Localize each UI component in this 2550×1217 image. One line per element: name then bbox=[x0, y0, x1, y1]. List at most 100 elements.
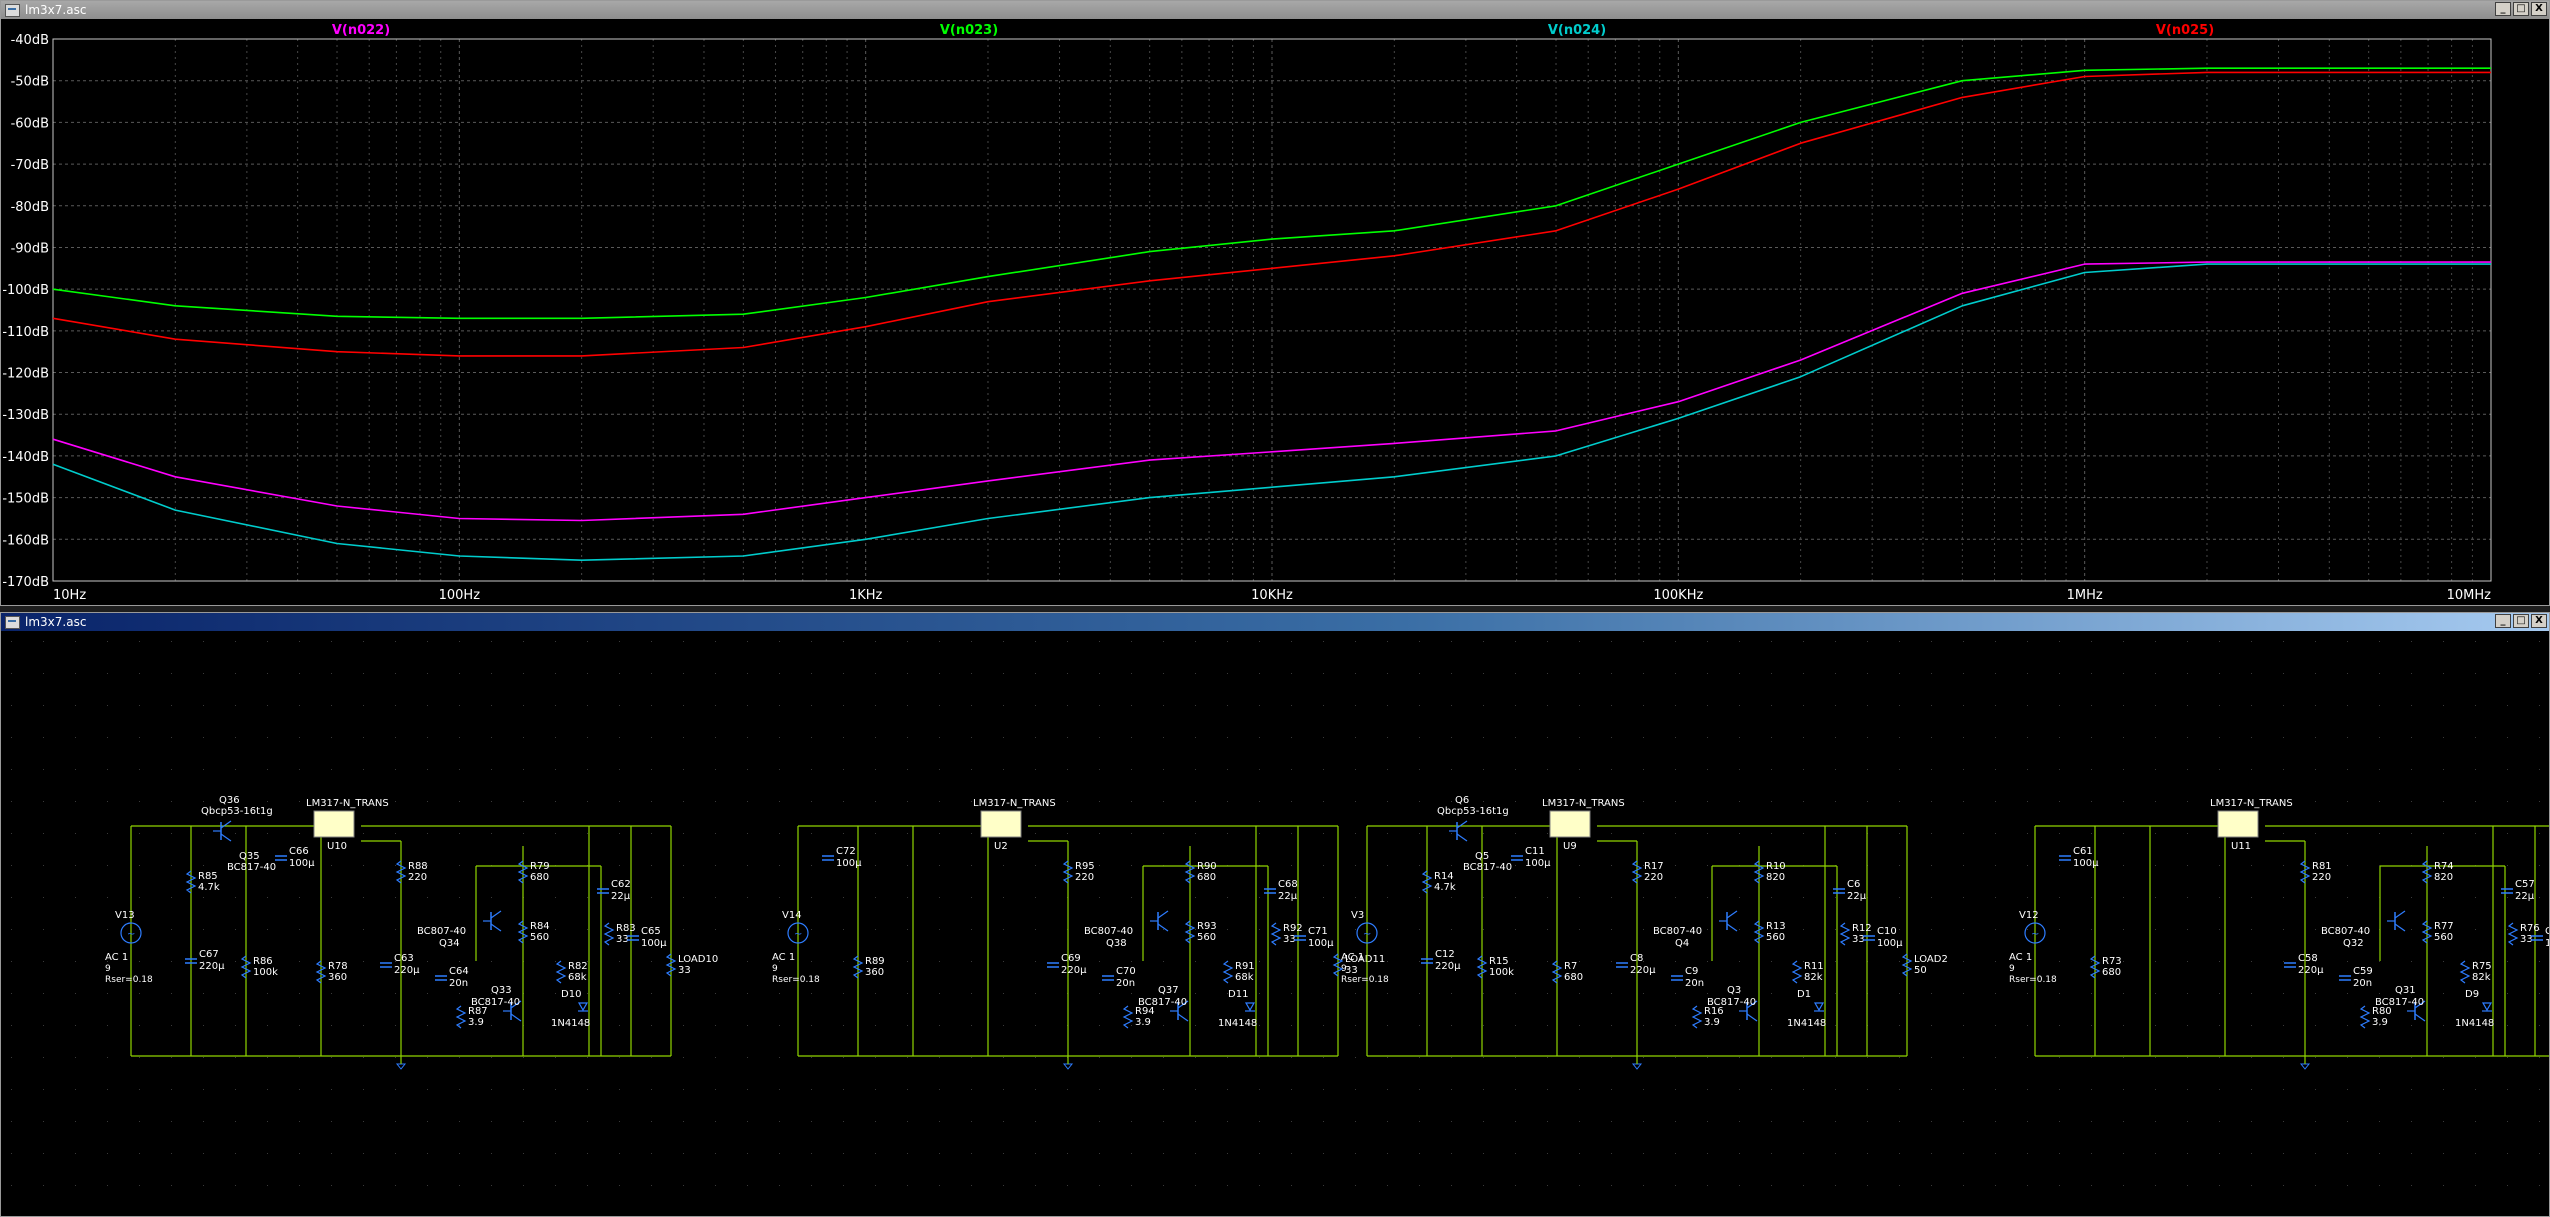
component-value: 20n bbox=[2353, 978, 2372, 989]
component-ref: R95 bbox=[1075, 861, 1095, 872]
grid-dot bbox=[331, 673, 332, 674]
close-button[interactable]: X bbox=[2531, 2, 2547, 16]
grid-dot bbox=[1515, 1121, 1516, 1122]
waveform-window[interactable]: lm3x7.asc _ □ X -40dB -50dB -60dB -70dB -80d… bbox=[0, 0, 2550, 606]
component-ref: C65 bbox=[641, 926, 661, 937]
grid-dot bbox=[235, 705, 236, 706]
grid-dot bbox=[2155, 1185, 2156, 1186]
grid-dot bbox=[2507, 833, 2508, 834]
waveform-title-bar[interactable]: lm3x7.asc _ □ X bbox=[1, 1, 2549, 19]
component-value: 22µ bbox=[1847, 891, 1867, 902]
grid-dot bbox=[1899, 705, 1900, 706]
grid-dot bbox=[1483, 929, 1484, 930]
component-ref: R84 bbox=[530, 921, 550, 932]
grid-dot bbox=[651, 961, 652, 962]
schematic-window[interactable]: lm3x7.asc _ □ X ~ V13 AC 1 9 Rser=0.18 LM317-… bbox=[0, 612, 2550, 1217]
waveform-window-icon bbox=[5, 4, 20, 17]
grid-dot bbox=[139, 1057, 140, 1058]
grid-dot bbox=[2219, 897, 2220, 898]
grid-dot bbox=[1067, 1185, 1068, 1186]
grid-dot bbox=[1419, 833, 1420, 834]
grid-dot bbox=[715, 1089, 716, 1090]
grid-dot bbox=[1259, 673, 1260, 674]
grid-dot bbox=[1387, 897, 1388, 898]
grid-dot bbox=[1643, 1153, 1644, 1154]
grid-dot bbox=[2379, 801, 2380, 802]
grid-dot bbox=[43, 1153, 44, 1154]
grid-dot bbox=[651, 1185, 652, 1186]
grid-dot bbox=[1931, 865, 1932, 866]
grid-dot bbox=[1835, 1185, 1836, 1186]
grid-dot bbox=[1419, 993, 1420, 994]
grid-dot bbox=[363, 769, 364, 770]
grid-dot bbox=[1547, 705, 1548, 706]
close-button[interactable]: X bbox=[2531, 614, 2547, 628]
grid-dot bbox=[811, 1121, 812, 1122]
grid-dot bbox=[1483, 1025, 1484, 1026]
grid-dot bbox=[843, 641, 844, 642]
schematic-window-title: lm3x7.asc bbox=[25, 615, 87, 629]
grid-dot bbox=[875, 673, 876, 674]
grid-dot bbox=[1963, 641, 1964, 642]
grid-dot bbox=[11, 1025, 12, 1026]
grid-dot bbox=[235, 833, 236, 834]
grid-dot bbox=[1931, 993, 1932, 994]
grid-dot bbox=[2315, 1025, 2316, 1026]
minimize-button[interactable]: _ bbox=[2495, 2, 2511, 16]
grid-dot bbox=[1675, 897, 1676, 898]
diode-symbol bbox=[1244, 1002, 1256, 1012]
minimize-button[interactable]: _ bbox=[2495, 614, 2511, 628]
transistor-model: BC807-40 bbox=[1653, 926, 1702, 937]
grid-dot bbox=[2187, 897, 2188, 898]
grid-dot bbox=[2091, 929, 2092, 930]
grid-dot bbox=[2187, 673, 2188, 674]
resistor-symbol bbox=[2459, 960, 2471, 984]
grid-dot bbox=[171, 737, 172, 738]
component-value: 220µ bbox=[1630, 965, 1656, 976]
component-ref: C69 bbox=[1061, 953, 1081, 964]
grid-dot bbox=[779, 1185, 780, 1186]
grid-dot bbox=[299, 961, 300, 962]
grid-dot bbox=[1547, 737, 1548, 738]
grid-dot bbox=[2091, 769, 2092, 770]
grid-dot bbox=[779, 769, 780, 770]
grid-dot bbox=[1451, 865, 1452, 866]
restore-button[interactable]: □ bbox=[2513, 614, 2529, 628]
restore-button[interactable]: □ bbox=[2513, 2, 2529, 16]
component-ref: C66 bbox=[289, 846, 309, 857]
grid-dot bbox=[1739, 705, 1740, 706]
resistor-symbol bbox=[455, 1005, 467, 1029]
schematic-title-bar[interactable]: lm3x7.asc _ □ X bbox=[1, 613, 2549, 631]
grid-dot bbox=[331, 737, 332, 738]
grid-dot bbox=[459, 801, 460, 802]
grid-dot bbox=[1899, 1153, 1900, 1154]
grid-dot bbox=[2091, 1121, 2092, 1122]
grid-dot bbox=[907, 1025, 908, 1026]
grid-dot bbox=[747, 737, 748, 738]
component-ref: R90 bbox=[1197, 861, 1217, 872]
grid-dot bbox=[1803, 1185, 1804, 1186]
grid-dot bbox=[2027, 833, 2028, 834]
grid-dot bbox=[2027, 929, 2028, 930]
grid-dot bbox=[2059, 801, 2060, 802]
grid-dot bbox=[523, 641, 524, 642]
grid-dot bbox=[1547, 897, 1548, 898]
grid-dot bbox=[299, 897, 300, 898]
waveform-plot[interactable]: -40dB-50dB-60dB-70dB-80dB-90dB-100dB-110… bbox=[1, 19, 2549, 605]
grid-dot bbox=[107, 705, 108, 706]
grid-dot bbox=[1035, 897, 1036, 898]
component-value: 68k bbox=[568, 972, 587, 983]
grid-dot bbox=[1035, 1057, 1036, 1058]
grid-dot bbox=[1099, 833, 1100, 834]
component-ref: C8 bbox=[1630, 953, 1643, 964]
grid-dot bbox=[1419, 641, 1420, 642]
grid-dot bbox=[1355, 769, 1356, 770]
schematic-canvas[interactable]: ~V13AC 19Rser=0.18LM317-N_TRANSU10Q36Qbc… bbox=[1, 631, 2549, 1216]
grid-dot bbox=[2443, 897, 2444, 898]
grid-dot bbox=[11, 769, 12, 770]
grid-dot bbox=[555, 1185, 556, 1186]
grid-dot bbox=[75, 993, 76, 994]
grid-dot bbox=[139, 801, 140, 802]
grid-dot bbox=[779, 1025, 780, 1026]
grid-dot bbox=[1579, 1185, 1580, 1186]
